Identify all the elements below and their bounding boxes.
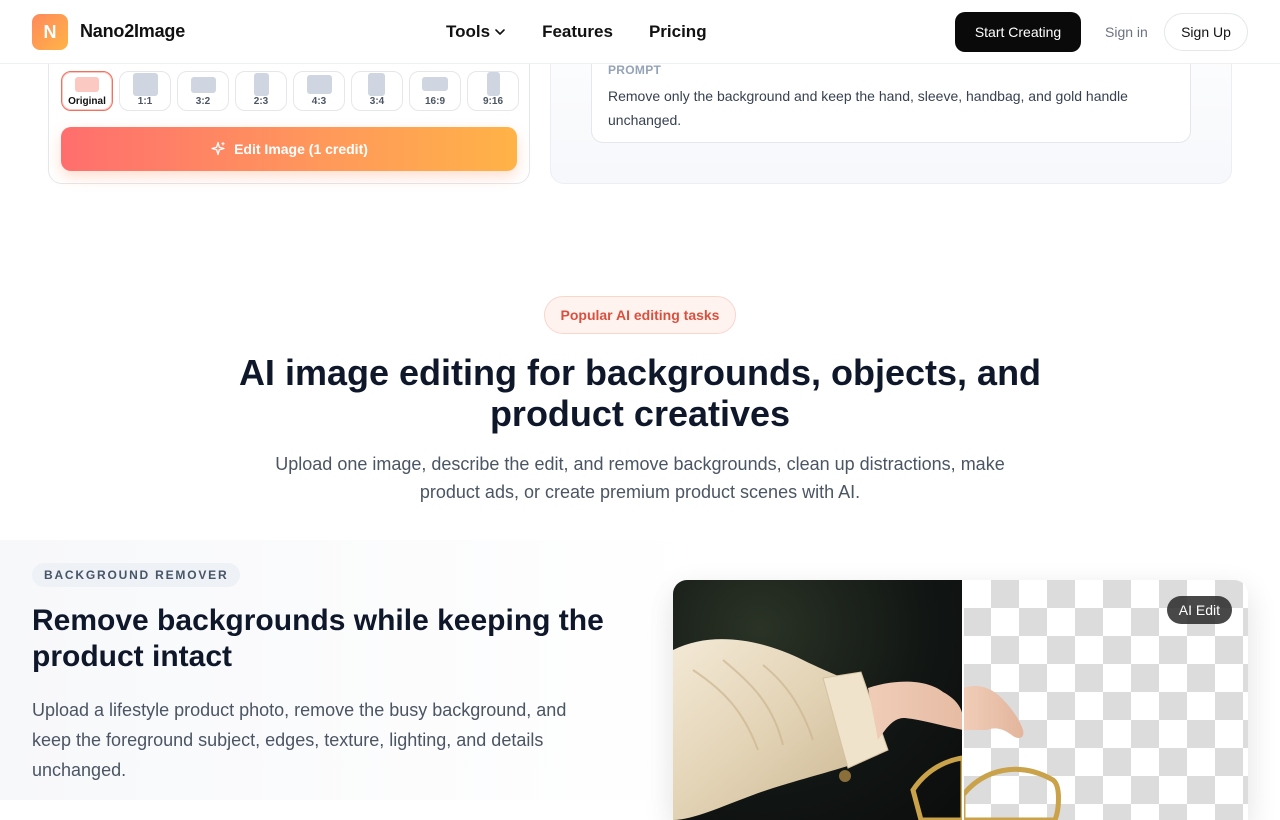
nav-links: Tools Features Pricing <box>446 22 707 42</box>
section-pill: Popular AI editing tasks <box>544 296 736 334</box>
ratio-2-3[interactable]: 2:3 <box>235 71 287 111</box>
ratio-label: 9:16 <box>482 96 503 107</box>
logo-icon[interactable]: N <box>32 14 68 50</box>
ratio-shape-icon <box>422 77 448 91</box>
nav-pricing[interactable]: Pricing <box>649 22 707 42</box>
ratio-1-1[interactable]: 1:1 <box>119 71 171 111</box>
ratio-4-3[interactable]: 4:3 <box>293 71 345 111</box>
start-creating-button[interactable]: Start Creating <box>955 12 1081 52</box>
ratio-shape-icon <box>133 73 158 96</box>
ratio-16-9[interactable]: 16:9 <box>409 71 461 111</box>
ratio-3-2[interactable]: 3:2 <box>177 71 229 111</box>
section-heading: AI image editing for backgrounds, object… <box>238 352 1042 434</box>
ratio-label: 3:2 <box>195 96 211 107</box>
nav-tools[interactable]: Tools <box>446 22 506 42</box>
edit-image-label: Edit Image (1 credit) <box>234 141 368 157</box>
ratio-original[interactable]: Original <box>61 71 113 111</box>
sparkle-icon <box>211 141 225 156</box>
aspect-ratio-selector: Original 1:1 3:2 2:3 4:3 3:4 16:9 9:16 <box>61 71 519 111</box>
original-photo <box>673 580 966 820</box>
ratio-shape-icon <box>254 73 269 96</box>
ratio-shape-icon <box>487 72 500 96</box>
ratio-label: 4:3 <box>311 96 327 107</box>
sleeve-hand-illustration <box>673 639 966 820</box>
ratio-label: 3:4 <box>369 96 385 107</box>
ratio-label: 2:3 <box>253 96 269 107</box>
ratio-shape-icon <box>75 77 99 92</box>
feature-description: Upload a lifestyle product photo, remove… <box>32 700 567 780</box>
section-subheading: Upload one image, describe the edit, and… <box>275 454 1005 502</box>
nav-features[interactable]: Features <box>542 22 613 42</box>
ratio-label: Original <box>68 96 106 107</box>
top-nav: N Nano2Image Tools Features Pricing Star… <box>0 0 1280 64</box>
before-after-image[interactable]: AI Edit <box>673 580 1248 820</box>
ratio-shape-icon <box>191 77 216 93</box>
ratio-label: 1:1 <box>137 96 153 107</box>
ai-edit-badge: AI Edit <box>1166 596 1232 624</box>
sign-in-link[interactable]: Sign in <box>1105 24 1148 40</box>
before-after-divider[interactable] <box>962 580 964 820</box>
ratio-3-4[interactable]: 3:4 <box>351 71 403 111</box>
ratio-label: 16:9 <box>424 96 445 107</box>
brand-name[interactable]: Nano2Image <box>80 21 185 42</box>
feature-title: Remove backgrounds while keeping the pro… <box>32 604 604 673</box>
edit-image-button[interactable]: Edit Image (1 credit) <box>61 127 517 171</box>
ratio-9-16[interactable]: 9:16 <box>467 71 519 111</box>
nav-tools-label: Tools <box>446 22 491 41</box>
feature-tag: BACKGROUND REMOVER <box>32 563 241 587</box>
ratio-shape-icon <box>307 75 332 94</box>
sign-up-button[interactable]: Sign Up <box>1164 13 1248 51</box>
chevron-down-icon <box>495 29 505 35</box>
prompt-text: Remove only the background and keep the … <box>608 88 1128 128</box>
prompt-label: PROMPT <box>608 63 662 77</box>
ratio-shape-icon <box>368 73 385 96</box>
